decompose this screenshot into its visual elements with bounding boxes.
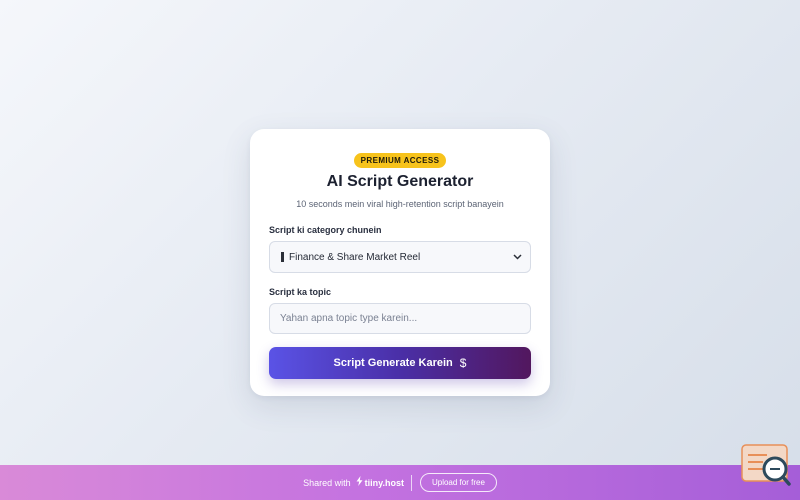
generate-script-label: Script Generate Karein [333, 357, 453, 369]
topic-label: Script ka topic [269, 287, 332, 297]
page-subtitle: 10 seconds mein viral high-retention scr… [296, 199, 504, 209]
chat-support-widget-icon[interactable] [741, 444, 791, 488]
topic-input[interactable] [269, 303, 531, 334]
footer-divider [410, 474, 412, 491]
page-title: AI Script Generator [326, 173, 474, 190]
script-generator-card: PREMIUM ACCESS AI Script Generator 10 se… [250, 129, 550, 396]
category-label: Script ki category chunein [269, 225, 382, 235]
shared-footer-bar: Shared with tiiny.host Upload for free [0, 465, 800, 500]
shared-with-text: Shared with [303, 477, 351, 488]
bolt-icon [356, 476, 363, 489]
category-select[interactable]: Finance & Share Market Reel [269, 241, 531, 273]
tiiny-host-logo[interactable]: tiiny.host [356, 476, 404, 489]
premium-access-badge: PREMIUM ACCESS [353, 153, 447, 168]
upload-for-free-button[interactable]: Upload for free [419, 473, 497, 492]
chevron-down-icon [513, 252, 522, 262]
category-option-icon [281, 252, 284, 262]
category-selected-value: Finance & Share Market Reel [289, 251, 421, 263]
brand-name: tiiny.host [364, 477, 404, 488]
generate-script-button[interactable]: Script Generate Karein $ [269, 347, 531, 379]
dollar-icon: $ [459, 356, 467, 370]
